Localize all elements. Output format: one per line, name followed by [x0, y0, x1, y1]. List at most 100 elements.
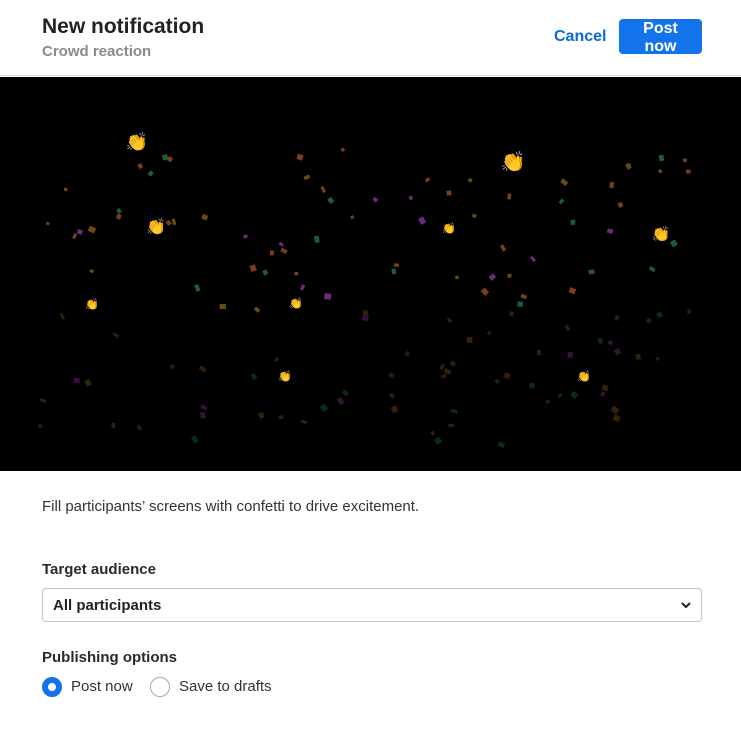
confetti-piece — [111, 422, 116, 428]
confetti-piece — [404, 350, 411, 357]
confetti-piece — [613, 347, 622, 356]
confetti-piece — [137, 162, 144, 170]
reaction-description: Fill participants’ screens with confetti… — [42, 498, 420, 515]
confetti-piece — [454, 275, 460, 280]
confetti-piece — [219, 304, 226, 310]
confetti-piece — [171, 218, 177, 226]
confetti-piece — [84, 378, 93, 388]
confetti-piece — [601, 384, 609, 392]
post-now-button[interactable]: Post now — [619, 19, 702, 55]
save-to-drafts-radio-label[interactable]: Save to drafts — [179, 678, 272, 695]
confetti-piece — [439, 363, 446, 371]
confetti-piece — [508, 311, 515, 317]
clapping-hands-icon: 👏 — [146, 217, 166, 236]
target-audience-label: Target audience — [42, 561, 156, 578]
clapping-hands-icon: 👏 — [652, 225, 671, 243]
confetti-piece — [686, 169, 691, 174]
confetti-piece — [274, 356, 280, 362]
confetti-piece — [657, 168, 663, 174]
confetti-piece — [430, 430, 436, 436]
confetti-piece — [341, 389, 350, 397]
confetti-piece — [609, 181, 615, 189]
confetti-piece — [300, 419, 308, 425]
confetti-piece — [545, 399, 551, 405]
confetti-piece — [655, 311, 663, 319]
confetti-piece — [558, 198, 565, 205]
confetti-piece — [499, 244, 507, 252]
confetti-piece — [327, 196, 335, 205]
confetti-piece — [393, 263, 400, 268]
confetti-piece — [450, 408, 458, 414]
dialog-title: New notification — [42, 15, 205, 38]
confetti-piece — [340, 147, 346, 153]
cancel-button[interactable]: Cancel — [546, 20, 614, 54]
confetti-piece — [687, 309, 691, 314]
confetti-piece — [503, 372, 511, 380]
clapping-hands-icon: 👏 — [289, 297, 303, 310]
confetti-piece — [648, 266, 656, 273]
confetti-preview: 👏 👏 👏 👏 👏 👏 👏 👏 👏 — [0, 77, 741, 471]
post-now-radio[interactable] — [42, 677, 62, 697]
confetti-piece — [635, 353, 641, 360]
save-to-drafts-radio[interactable] — [150, 677, 170, 697]
confetti-piece — [136, 424, 143, 431]
confetti-piece — [59, 312, 66, 320]
confetti-piece — [350, 215, 355, 220]
confetti-piece — [278, 415, 284, 420]
confetti-piece — [323, 293, 332, 300]
clapping-hands-icon: 👏 — [501, 149, 526, 173]
confetti-piece — [446, 190, 452, 196]
confetti-piece — [115, 213, 122, 220]
confetti-piece — [520, 293, 528, 300]
confetti-piece — [39, 397, 47, 404]
confetti-piece — [313, 235, 320, 243]
confetti-piece — [443, 367, 452, 376]
confetti-piece — [486, 330, 492, 336]
confetti-piece — [169, 363, 176, 370]
confetti-piece — [597, 337, 604, 345]
confetti-piece — [64, 187, 68, 192]
confetti-piece — [424, 177, 431, 183]
confetti-piece — [390, 405, 399, 414]
confetti-piece — [517, 301, 524, 307]
confetti-piece — [529, 255, 537, 263]
confetti-piece — [336, 396, 345, 406]
confetti-piece — [361, 314, 370, 322]
confetti-piece — [299, 284, 306, 291]
confetti-piece — [448, 423, 455, 427]
confetti-piece — [488, 273, 497, 281]
confetti-piece — [389, 392, 395, 399]
clapping-hands-icon: 👏 — [278, 370, 292, 383]
confetti-piece — [564, 324, 571, 332]
confetti-piece — [294, 271, 299, 276]
target-audience-select[interactable]: All participants — [42, 588, 702, 622]
confetti-piece — [560, 178, 569, 187]
confetti-piece — [570, 219, 576, 226]
confetti-piece — [242, 234, 249, 240]
confetti-piece — [362, 310, 369, 316]
confetti-piece — [262, 269, 269, 276]
clapping-hands-icon: 👏 — [442, 222, 456, 235]
confetti-piece — [507, 193, 512, 200]
confetti-piece — [198, 365, 207, 373]
clapping-hands-icon: 👏 — [85, 298, 99, 311]
confetti-piece — [320, 185, 326, 194]
confetti-piece — [249, 264, 257, 272]
confetti-piece — [190, 435, 199, 444]
confetti-piece — [507, 273, 512, 278]
confetti-piece — [418, 216, 427, 225]
clapping-hands-icon: 👏 — [577, 370, 591, 383]
post-now-radio-label[interactable]: Post now — [71, 678, 133, 695]
confetti-piece — [471, 213, 477, 219]
confetti-piece — [194, 283, 201, 292]
confetti-piece — [250, 372, 258, 381]
confetti-piece — [606, 228, 614, 234]
confetti-piece — [612, 414, 621, 423]
confetti-piece — [607, 340, 614, 346]
confetti-piece — [669, 239, 678, 248]
confetti-piece — [280, 247, 288, 254]
confetti-piece — [570, 390, 579, 399]
confetti-animation: 👏 👏 👏 👏 👏 👏 👏 👏 👏 — [37, 131, 691, 449]
confetti-piece — [466, 336, 473, 343]
confetti-piece — [303, 174, 311, 181]
